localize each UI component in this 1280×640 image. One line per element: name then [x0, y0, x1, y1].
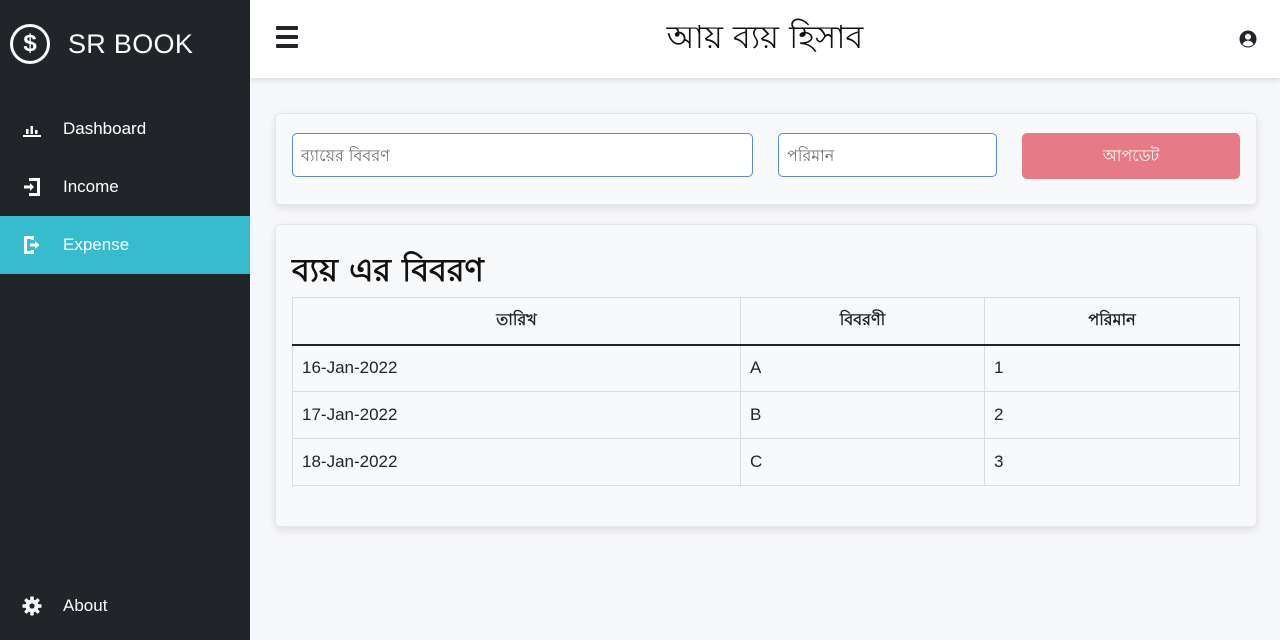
cell-amount: 2: [984, 391, 1240, 439]
sidebar-item-label: Expense: [63, 235, 130, 254]
sidebar: $ SR BOOK Dashboard Income Expense About: [0, 0, 250, 640]
expense-form-card: আপডেট: [275, 113, 1257, 205]
sidebar-item-label: About: [63, 596, 108, 615]
cell-date: 17-Jan-2022: [292, 391, 741, 439]
sidebar-nav: Dashboard Income Expense: [0, 100, 250, 274]
bar-chart-icon: [22, 119, 42, 139]
section-title: ব্যয় এর বিবরণ: [292, 251, 484, 289]
sidebar-item-dashboard[interactable]: Dashboard: [0, 100, 250, 158]
column-header-date: তারিখ: [292, 297, 741, 346]
table-header-row: তারিখ বিবরণী পরিমান: [292, 297, 1240, 346]
table-row[interactable]: 17-Jan-2022 B 2: [292, 391, 1240, 439]
update-button[interactable]: আপডেট: [1022, 133, 1240, 179]
cell-date: 16-Jan-2022: [292, 344, 741, 392]
sign-out-icon: [22, 235, 42, 255]
amount-input[interactable]: [778, 133, 997, 177]
dollar-logo-icon: $: [10, 24, 50, 64]
sidebar-item-label: Income: [63, 177, 119, 196]
cell-description: C: [740, 438, 985, 486]
column-header-description: বিবরণী: [740, 297, 985, 346]
sidebar-item-income[interactable]: Income: [0, 158, 250, 216]
sign-in-icon: [22, 177, 42, 197]
sidebar-item-expense[interactable]: Expense: [0, 216, 250, 274]
page-title: আয় ব্যয় হিসাব: [666, 18, 864, 56]
description-input[interactable]: [292, 133, 753, 177]
column-header-amount: পরিমান: [984, 297, 1240, 346]
table-row[interactable]: 18-Jan-2022 C 3: [292, 438, 1240, 486]
cell-amount: 3: [984, 438, 1240, 486]
brand[interactable]: $ SR BOOK: [0, 0, 250, 88]
cell-date: 18-Jan-2022: [292, 438, 741, 486]
expense-table-card: ব্যয় এর বিবরণ তারিখ বিবরণী পরিমান 16-Ja…: [275, 224, 1257, 527]
cell-description: A: [740, 344, 985, 392]
top-header: আয় ব্যয় হিসাব: [250, 0, 1280, 78]
gear-icon: [22, 596, 42, 616]
sidebar-item-label: Dashboard: [63, 119, 147, 138]
sidebar-item-about[interactable]: About: [0, 577, 250, 635]
cell-amount: 1: [984, 344, 1240, 392]
expense-table: তারিখ বিবরণী পরিমান 16-Jan-2022 A 1 17-J…: [292, 297, 1240, 486]
cell-description: B: [740, 391, 985, 439]
brand-name: SR BOOK: [68, 28, 194, 59]
user-circle-icon[interactable]: [1239, 30, 1257, 48]
table-row[interactable]: 16-Jan-2022 A 1: [292, 344, 1240, 392]
